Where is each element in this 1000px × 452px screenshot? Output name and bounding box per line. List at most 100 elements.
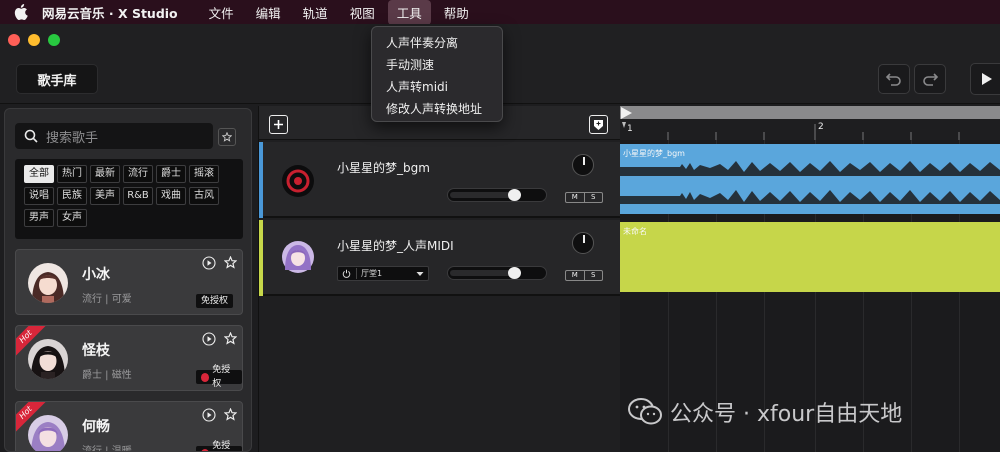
singer-card[interactable]: Hot 何畅 流行 | 温暖 免授权: [15, 401, 243, 451]
audio-clip-bgm[interactable]: 小星星的梦_bgm: [620, 144, 1000, 214]
singer-genre: 爵士 | 磁性: [82, 370, 132, 381]
tag-rap[interactable]: 说唱: [24, 187, 54, 205]
clip-label: 小星星的梦_bgm: [623, 149, 685, 158]
play-preview-icon[interactable]: [202, 408, 216, 422]
chevron-down-icon: [416, 271, 424, 276]
favorite-star-icon[interactable]: [224, 408, 237, 421]
menu-help[interactable]: 帮助: [435, 0, 478, 25]
search-icon: [24, 129, 38, 143]
track-color-stripe: [259, 142, 263, 218]
wechat-watermark: 公众号 · xfour自由天地: [628, 396, 902, 428]
menu-bar: 网易云音乐 · X Studio 文件 编辑 轨道 视图 工具 帮助: [0, 0, 1000, 25]
menu-edit[interactable]: 编辑: [247, 0, 290, 25]
zoom-window-button[interactable]: [48, 34, 60, 46]
apple-icon[interactable]: [14, 4, 28, 20]
ruler-ticks: [667, 124, 960, 140]
tag-bel-canto[interactable]: 美声: [90, 187, 120, 205]
play-button[interactable]: [970, 63, 1000, 95]
avatar: [28, 263, 68, 303]
tag-folk[interactable]: 民族: [57, 187, 87, 205]
singer-name: 何畅: [82, 419, 110, 435]
menu-track[interactable]: 轨道: [294, 0, 337, 25]
menu-item-vocal-to-midi[interactable]: 人声转midi: [372, 75, 502, 97]
tag-newest[interactable]: 最新: [90, 165, 120, 183]
mute-button[interactable]: M: [566, 271, 585, 280]
watermark-text: 公众号 · xfour自由天地: [670, 402, 903, 427]
tag-opera[interactable]: 戏曲: [156, 187, 186, 205]
track-list-panel: 小星星的梦_bgm M S 小星星的梦_人声MIDI 厅堂1 M S: [258, 106, 621, 452]
track-name[interactable]: 小星星的梦_人声MIDI: [337, 237, 454, 254]
tag-male[interactable]: 男声: [24, 209, 54, 227]
plus-icon: [274, 120, 283, 129]
singer-sidebar: 搜索歌手 全部 热门 最新 流行 爵士 摇滚 说唱 民族 美声 R&B 戏曲 古风 男声 女声: [4, 108, 252, 452]
tag-rock[interactable]: 摇滚: [189, 165, 219, 183]
tag-ancient[interactable]: 古风: [189, 187, 219, 205]
marker-plus-icon: [594, 119, 603, 130]
undo-button[interactable]: [878, 64, 910, 94]
tag-pop[interactable]: 流行: [123, 165, 153, 183]
close-window-button[interactable]: [8, 34, 20, 46]
tag-all[interactable]: 全部: [24, 165, 54, 183]
menu-item-vocal-separation[interactable]: 人声伴奏分离: [372, 31, 502, 53]
tools-dropdown-menu: 人声伴奏分离 手动测速 人声转midi 修改人声转换地址: [371, 26, 503, 122]
play-icon: [982, 73, 992, 85]
track-row-bgm[interactable]: 小星星的梦_bgm M S: [259, 142, 621, 218]
license-mark-icon: [201, 372, 210, 382]
genre-tag-filter: 全部 热门 最新 流行 爵士 摇滚 说唱 民族 美声 R&B 戏曲 古风 男声 女声: [15, 159, 243, 239]
solo-button[interactable]: S: [585, 271, 603, 280]
app-name[interactable]: 网易云音乐 · X Studio: [42, 3, 178, 22]
pan-knob[interactable]: [572, 154, 594, 176]
tag-rnb[interactable]: R&B: [123, 187, 153, 205]
volume-slider[interactable]: [447, 188, 547, 202]
favorite-star-icon[interactable]: [224, 332, 237, 345]
favorite-star-icon[interactable]: [224, 256, 237, 269]
singer-library-button[interactable]: 歌手库: [16, 64, 98, 94]
track-name[interactable]: 小星星的梦_bgm: [337, 159, 430, 176]
menu-tools[interactable]: 工具: [387, 0, 431, 25]
menu-file[interactable]: 文件: [200, 0, 243, 25]
singer-card[interactable]: Hot 怪枝 爵士 | 磁性 免授权: [15, 325, 243, 391]
undo-icon: [885, 73, 901, 86]
mute-solo-toggle: M S: [565, 270, 603, 281]
license-mark-icon: [201, 448, 210, 451]
avatar: [28, 339, 68, 379]
singer-genre: 流行 | 可爱: [82, 294, 132, 305]
search-placeholder: 搜索歌手: [46, 130, 99, 146]
singer-card[interactable]: 小冰 流行 | 可爱 免授权: [15, 249, 243, 315]
add-track-button[interactable]: [269, 115, 288, 134]
favorites-filter-button[interactable]: [218, 128, 236, 146]
singer-avatar: [282, 241, 314, 273]
power-icon: [342, 269, 351, 278]
preset-value: 厅堂1: [356, 268, 416, 279]
volume-thumb[interactable]: [508, 189, 521, 201]
play-preview-icon[interactable]: [202, 256, 216, 270]
wechat-icon: [628, 398, 662, 425]
clip-label: 未命名: [623, 227, 647, 236]
tag-hot[interactable]: 热门: [57, 165, 87, 183]
menu-item-manual-tempo[interactable]: 手动测速: [372, 53, 502, 75]
star-icon: [222, 132, 232, 142]
menu-item-change-vocal-address[interactable]: 修改人声转换地址: [372, 97, 502, 119]
add-marker-button[interactable]: [589, 115, 608, 134]
tag-female[interactable]: 女声: [57, 209, 87, 227]
track-row-vocal-midi[interactable]: 小星星的梦_人声MIDI 厅堂1 M S: [259, 220, 621, 296]
avatar: [28, 415, 68, 451]
timeline-ruler[interactable]: 1 2: [620, 106, 1000, 140]
volume-fill: [450, 192, 514, 198]
reverb-preset-select[interactable]: 厅堂1: [337, 266, 429, 281]
singer-name: 怪枝: [82, 343, 110, 359]
play-preview-icon[interactable]: [202, 332, 216, 346]
pan-knob[interactable]: [572, 232, 594, 254]
volume-slider[interactable]: [447, 266, 547, 280]
solo-button[interactable]: S: [585, 193, 603, 202]
volume-thumb[interactable]: [508, 267, 521, 279]
mute-button[interactable]: M: [566, 193, 585, 202]
menu-view[interactable]: 视图: [341, 0, 384, 25]
redo-button[interactable]: [914, 64, 946, 94]
singer-search-input[interactable]: 搜索歌手: [15, 123, 213, 149]
midi-clip-vocal[interactable]: 未命名: [620, 222, 1000, 292]
tag-jazz[interactable]: 爵士: [156, 165, 186, 183]
minimize-window-button[interactable]: [28, 34, 40, 46]
loop-region-strip[interactable]: [620, 106, 1000, 119]
audio-track-icon: [282, 165, 314, 197]
